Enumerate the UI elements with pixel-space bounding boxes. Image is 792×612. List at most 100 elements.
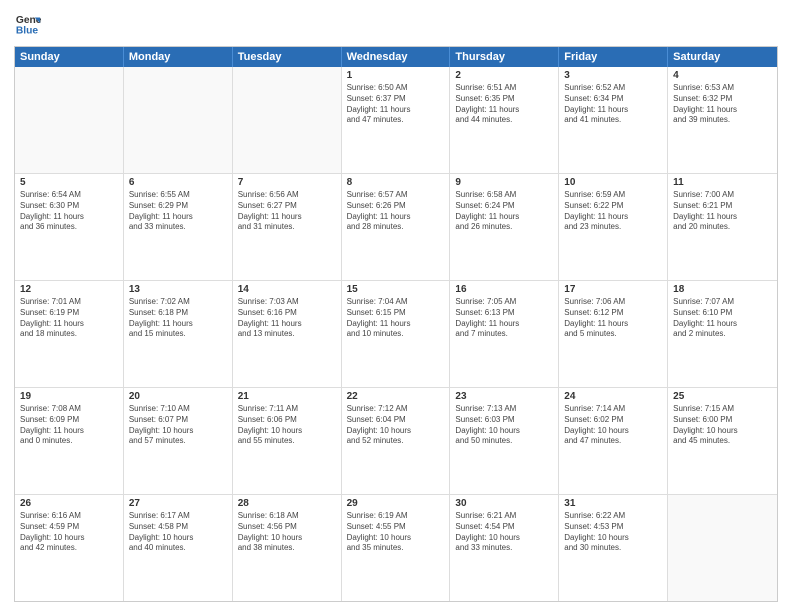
day-info: Sunrise: 7:08 AM Sunset: 6:09 PM Dayligh… (20, 404, 118, 447)
day-cell-30: 30Sunrise: 6:21 AM Sunset: 4:54 PM Dayli… (450, 495, 559, 601)
calendar-row-4: 19 Sunrise: 7:08 AM Sunset: 6:09 PM Dayli… (15, 388, 777, 495)
day-number: 27 (129, 498, 227, 509)
weekday-header-monday: Monday (124, 47, 233, 67)
day-number: 3 (564, 70, 662, 81)
day-number: 15 (347, 284, 445, 295)
svg-text:Blue: Blue (16, 25, 39, 36)
day-cell-12: 12 Sunrise: 7:01 AM Sunset: 6:19 PM Dayli… (15, 281, 124, 387)
day-cell-9: 9 Sunrise: 6:58 AM Sunset: 6:24 PM Daylig… (450, 174, 559, 280)
calendar-row-2: 5Sunrise: 6:54 AM Sunset: 6:30 PM Daylig… (15, 174, 777, 281)
day-number: 6 (129, 177, 227, 188)
day-number: 1 (347, 70, 445, 81)
day-number: 25 (673, 391, 772, 402)
day-number: 29 (347, 498, 445, 509)
day-cell-26: 26 Sunrise: 6:16 AM Sunset: 4:59 PM Dayli… (15, 495, 124, 601)
day-number: 12 (20, 284, 118, 295)
day-info: Sunrise: 6:55 AM Sunset: 6:29 PM Dayligh… (129, 190, 227, 233)
day-info: Sunrise: 7:12 AM Sunset: 6:04 PM Dayligh… (347, 404, 445, 447)
day-info: Sunrise: 6:51 AM Sunset: 6:35 PM Dayligh… (455, 83, 553, 126)
empty-cell-r4c6 (668, 495, 777, 601)
calendar-body: 1 Sunrise: 6:50 AM Sunset: 6:37 PM Daylig… (15, 67, 777, 601)
day-info: Sunrise: 7:01 AM Sunset: 6:19 PM Dayligh… (20, 297, 118, 340)
day-info: Sunrise: 6:52 AM Sunset: 6:34 PM Dayligh… (564, 83, 662, 126)
weekday-header-thursday: Thursday (450, 47, 559, 67)
day-cell-23: 23 Sunrise: 7:13 AM Sunset: 6:03 PM Dayli… (450, 388, 559, 494)
empty-cell-r0c1 (124, 67, 233, 173)
day-cell-27: 27 Sunrise: 6:17 AM Sunset: 4:58 PM Dayli… (124, 495, 233, 601)
calendar: SundayMondayTuesdayWednesdayThursdayFrid… (14, 46, 778, 602)
day-number: 28 (238, 498, 336, 509)
day-cell-6: 6 Sunrise: 6:55 AM Sunset: 6:29 PM Daylig… (124, 174, 233, 280)
day-info: Sunrise: 7:00 AM Sunset: 6:21 PM Dayligh… (673, 190, 772, 233)
day-cell-21: 21Sunrise: 7:11 AM Sunset: 6:06 PM Dayli… (233, 388, 342, 494)
day-number: 19 (20, 391, 118, 402)
day-info: Sunrise: 6:18 AM Sunset: 4:56 PM Dayligh… (238, 511, 336, 554)
day-info: Sunrise: 6:53 AM Sunset: 6:32 PM Dayligh… (673, 83, 772, 126)
day-cell-29: 29 Sunrise: 6:19 AM Sunset: 4:55 PM Dayli… (342, 495, 451, 601)
day-number: 13 (129, 284, 227, 295)
day-cell-7: 7 Sunrise: 6:56 AM Sunset: 6:27 PM Daylig… (233, 174, 342, 280)
day-number: 26 (20, 498, 118, 509)
day-cell-14: 14 Sunrise: 7:03 AM Sunset: 6:16 PM Dayli… (233, 281, 342, 387)
day-number: 5 (20, 177, 118, 188)
day-cell-10: 10 Sunrise: 6:59 AM Sunset: 6:22 PM Dayli… (559, 174, 668, 280)
day-cell-20: 20 Sunrise: 7:10 AM Sunset: 6:07 PM Dayli… (124, 388, 233, 494)
day-number: 10 (564, 177, 662, 188)
day-number: 2 (455, 70, 553, 81)
day-info: Sunrise: 7:03 AM Sunset: 6:16 PM Dayligh… (238, 297, 336, 340)
day-cell-4: 4 Sunrise: 6:53 AM Sunset: 6:32 PM Daylig… (668, 67, 777, 173)
empty-cell-r0c0 (15, 67, 124, 173)
day-info: Sunrise: 6:50 AM Sunset: 6:37 PM Dayligh… (347, 83, 445, 126)
day-info: Sunrise: 6:19 AM Sunset: 4:55 PM Dayligh… (347, 511, 445, 554)
day-cell-2: 2 Sunrise: 6:51 AM Sunset: 6:35 PM Daylig… (450, 67, 559, 173)
day-cell-8: 8 Sunrise: 6:57 AM Sunset: 6:26 PM Daylig… (342, 174, 451, 280)
day-info: Sunrise: 6:22 AM Sunset: 4:53 PM Dayligh… (564, 511, 662, 554)
day-number: 4 (673, 70, 772, 81)
day-cell-18: 18Sunrise: 7:07 AM Sunset: 6:10 PM Dayli… (668, 281, 777, 387)
page: General Blue SundayMondayTuesdayWednesda… (0, 0, 792, 612)
header: General Blue (14, 10, 778, 38)
day-info: Sunrise: 7:05 AM Sunset: 6:13 PM Dayligh… (455, 297, 553, 340)
day-number: 20 (129, 391, 227, 402)
day-number: 11 (673, 177, 772, 188)
day-cell-1: 1 Sunrise: 6:50 AM Sunset: 6:37 PM Daylig… (342, 67, 451, 173)
day-number: 17 (564, 284, 662, 295)
empty-cell-r0c2 (233, 67, 342, 173)
day-info: Sunrise: 6:58 AM Sunset: 6:24 PM Dayligh… (455, 190, 553, 233)
day-number: 7 (238, 177, 336, 188)
calendar-header: SundayMondayTuesdayWednesdayThursdayFrid… (15, 47, 777, 67)
day-info: Sunrise: 6:21 AM Sunset: 4:54 PM Dayligh… (455, 511, 553, 554)
calendar-row-5: 26 Sunrise: 6:16 AM Sunset: 4:59 PM Dayli… (15, 495, 777, 601)
day-info: Sunrise: 7:06 AM Sunset: 6:12 PM Dayligh… (564, 297, 662, 340)
day-cell-16: 16Sunrise: 7:05 AM Sunset: 6:13 PM Dayli… (450, 281, 559, 387)
day-info: Sunrise: 6:17 AM Sunset: 4:58 PM Dayligh… (129, 511, 227, 554)
day-info: Sunrise: 6:57 AM Sunset: 6:26 PM Dayligh… (347, 190, 445, 233)
day-info: Sunrise: 6:16 AM Sunset: 4:59 PM Dayligh… (20, 511, 118, 554)
day-number: 22 (347, 391, 445, 402)
day-number: 31 (564, 498, 662, 509)
day-cell-31: 31 Sunrise: 6:22 AM Sunset: 4:53 PM Dayli… (559, 495, 668, 601)
weekday-header-friday: Friday (559, 47, 668, 67)
day-cell-19: 19 Sunrise: 7:08 AM Sunset: 6:09 PM Dayli… (15, 388, 124, 494)
day-info: Sunrise: 7:02 AM Sunset: 6:18 PM Dayligh… (129, 297, 227, 340)
day-cell-11: 11 Sunrise: 7:00 AM Sunset: 6:21 PM Dayli… (668, 174, 777, 280)
day-cell-13: 13 Sunrise: 7:02 AM Sunset: 6:18 PM Dayli… (124, 281, 233, 387)
day-info: Sunrise: 7:10 AM Sunset: 6:07 PM Dayligh… (129, 404, 227, 447)
calendar-row-3: 12 Sunrise: 7:01 AM Sunset: 6:19 PM Dayli… (15, 281, 777, 388)
day-cell-3: 3 Sunrise: 6:52 AM Sunset: 6:34 PM Daylig… (559, 67, 668, 173)
day-number: 9 (455, 177, 553, 188)
day-number: 23 (455, 391, 553, 402)
weekday-header-sunday: Sunday (15, 47, 124, 67)
day-cell-28: 28 Sunrise: 6:18 AM Sunset: 4:56 PM Dayli… (233, 495, 342, 601)
day-info: Sunrise: 6:56 AM Sunset: 6:27 PM Dayligh… (238, 190, 336, 233)
day-number: 14 (238, 284, 336, 295)
day-cell-25: 25Sunrise: 7:15 AM Sunset: 6:00 PM Dayli… (668, 388, 777, 494)
day-cell-5: 5Sunrise: 6:54 AM Sunset: 6:30 PM Daylig… (15, 174, 124, 280)
weekday-header-wednesday: Wednesday (342, 47, 451, 67)
day-info: Sunrise: 7:14 AM Sunset: 6:02 PM Dayligh… (564, 404, 662, 447)
day-info: Sunrise: 7:13 AM Sunset: 6:03 PM Dayligh… (455, 404, 553, 447)
day-info: Sunrise: 6:59 AM Sunset: 6:22 PM Dayligh… (564, 190, 662, 233)
calendar-row-1: 1 Sunrise: 6:50 AM Sunset: 6:37 PM Daylig… (15, 67, 777, 174)
weekday-header-saturday: Saturday (668, 47, 777, 67)
day-number: 8 (347, 177, 445, 188)
